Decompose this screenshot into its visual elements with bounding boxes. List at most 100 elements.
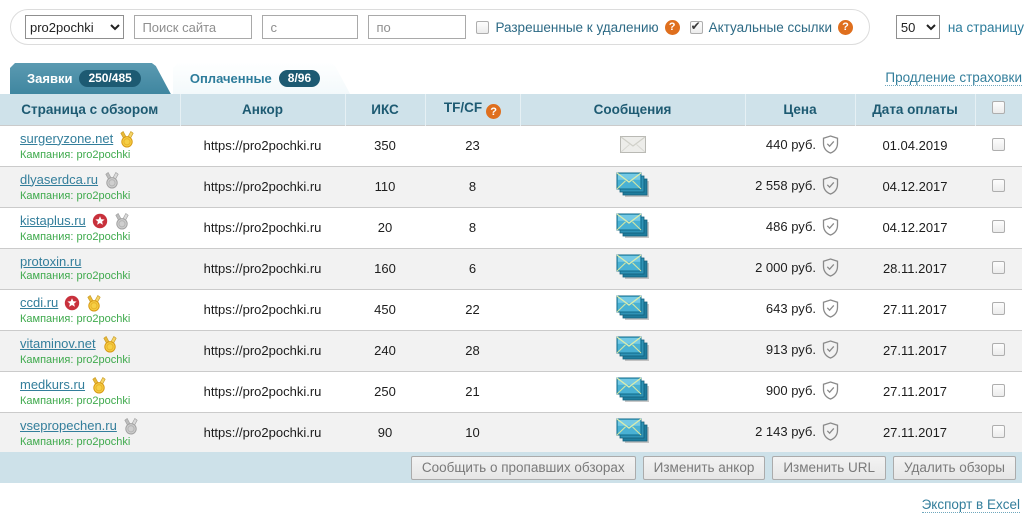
tab-paid[interactable]: Оплаченные 8/96 — [173, 63, 350, 94]
insurance-shield-icon — [822, 422, 839, 444]
tfcf-value: 28 — [425, 329, 520, 371]
anchor-url: https://pro2pochki.ru — [180, 124, 345, 166]
table-body: surgeryzone.net Кампания: pro2pochki htt… — [0, 124, 1022, 453]
campaign-label: Кампания: pro2pochki — [20, 435, 131, 448]
payment-date: 27.11.2017 — [855, 288, 975, 330]
row-checkbox[interactable] — [992, 178, 1005, 192]
table-row: vsepropechen.ru Кампания: pro2pochki htt… — [0, 411, 1022, 453]
tab-requests-label: Заявки — [27, 71, 73, 86]
tab-paid-label: Оплаченные — [189, 71, 272, 86]
site-link[interactable]: ccdi.ru — [20, 295, 58, 311]
gold-medal-icon — [91, 376, 107, 394]
site-link[interactable]: vitaminov.net — [20, 336, 96, 352]
messages-unread-stack-icon[interactable] — [616, 336, 650, 365]
row-checkbox[interactable] — [992, 301, 1005, 315]
campaign-label: Кампания: pro2pochki — [20, 270, 131, 283]
tfcf-value: 8 — [425, 206, 520, 248]
iks-value: 20 — [345, 206, 425, 248]
tab-paid-badge: 8/96 — [279, 70, 320, 87]
insurance-shield-icon — [822, 298, 839, 321]
row-checkbox[interactable] — [992, 383, 1005, 397]
anchor-url: https://pro2pochki.ru — [180, 247, 345, 289]
messages-unread-stack-icon[interactable] — [616, 213, 650, 242]
site-link[interactable]: medkurs.ru — [20, 377, 85, 393]
delete-reviews-button[interactable]: Удалить обзоры — [893, 455, 1016, 480]
insurance-shield-icon — [822, 380, 839, 403]
price-value: 2 143 руб. — [755, 424, 816, 440]
iks-value: 160 — [345, 247, 425, 289]
col-header-page: Страница с обзором — [0, 94, 181, 125]
anchor-url: https://pro2pochki.ru — [180, 206, 345, 248]
price-value: 2 558 руб. — [755, 177, 816, 193]
campaign-label: Кампания: pro2pochki — [20, 148, 131, 161]
campaign-label: Кампания: pro2pochki — [20, 230, 131, 243]
actual-links-checkbox[interactable] — [689, 19, 703, 34]
row-checkbox[interactable] — [992, 424, 1005, 438]
insurance-shield-icon — [822, 257, 839, 280]
anchor-url: https://pro2pochki.ru — [180, 329, 345, 371]
campaign-label: Кампания: pro2pochki — [20, 394, 131, 407]
iks-value: 110 — [345, 165, 425, 207]
gold-medal-icon — [119, 130, 135, 148]
tfcf-value: 6 — [425, 247, 520, 289]
change-anchor-button[interactable]: Изменить анкор — [642, 455, 766, 480]
iks-value: 240 — [345, 329, 425, 371]
export-excel-link[interactable]: Экспорт в Excel — [921, 497, 1020, 513]
col-header-tfcf: TF/CF — [425, 94, 521, 125]
per-page-label: на страницу — [947, 19, 1024, 35]
site-link[interactable]: protoxin.ru — [20, 254, 81, 270]
change-url-button[interactable]: Изменить URL — [772, 455, 886, 480]
help-icon[interactable] — [486, 104, 502, 119]
anchor-url: https://pro2pochki.ru — [180, 288, 345, 330]
table-header-row: Страница с обзором Анкор ИКС TF/CF Сообщ… — [0, 94, 1022, 125]
table-row: dlyaserdca.ru Кампания: pro2pochki https… — [0, 165, 1022, 207]
iks-value: 350 — [345, 124, 425, 166]
col-header-iks: ИКС — [345, 94, 426, 125]
deletable-links-label: Разрешенные к удалению — [495, 19, 659, 35]
site-search-input[interactable] — [134, 15, 253, 39]
top-toolbar: pro2pochki Разрешенные к удалению Актуал… — [0, 0, 1036, 45]
deletable-links-checkbox[interactable] — [476, 20, 490, 34]
messages-read-icon[interactable] — [619, 135, 646, 156]
row-checkbox[interactable] — [992, 260, 1005, 274]
anchor-url: https://pro2pochki.ru — [180, 165, 345, 207]
price-value: 440 руб. — [765, 136, 816, 152]
date-from-input[interactable] — [262, 15, 359, 39]
site-link[interactable]: vsepropechen.ru — [20, 418, 117, 434]
silver-medal-icon — [123, 417, 139, 435]
insurance-shield-icon — [822, 134, 839, 157]
help-icon[interactable] — [838, 19, 853, 35]
messages-unread-stack-icon[interactable] — [616, 418, 650, 447]
tfcf-value: 10 — [425, 411, 520, 453]
messages-unread-stack-icon[interactable] — [616, 377, 650, 406]
select-all-checkbox[interactable] — [992, 101, 1006, 115]
payment-date: 27.11.2017 — [855, 370, 975, 412]
site-link[interactable]: kistaplus.ru — [20, 213, 86, 229]
date-to-input[interactable] — [368, 15, 467, 39]
site-link[interactable]: dlyaserdca.ru — [20, 172, 98, 188]
tab-requests[interactable]: Заявки 250/485 — [10, 63, 171, 94]
row-checkbox[interactable] — [992, 342, 1005, 356]
messages-unread-stack-icon[interactable] — [616, 254, 650, 283]
messages-unread-stack-icon[interactable] — [616, 172, 650, 201]
campaign-label: Кампания: pro2pochki — [20, 312, 131, 325]
row-checkbox[interactable] — [992, 219, 1005, 233]
row-checkbox[interactable] — [992, 137, 1005, 151]
star-badge-icon — [92, 213, 108, 229]
campaign-select[interactable]: pro2pochki — [25, 15, 125, 39]
silver-medal-icon — [104, 171, 120, 189]
price-value: 643 руб. — [765, 300, 816, 316]
site-link[interactable]: surgeryzone.net — [20, 131, 113, 147]
price-value: 900 руб. — [765, 382, 816, 398]
silver-medal-icon — [114, 212, 130, 230]
table-row: medkurs.ru Кампания: pro2pochki https://… — [0, 370, 1022, 412]
col-header-anchor: Анкор — [180, 94, 346, 125]
filter-pill: pro2pochki Разрешенные к удалению Актуал… — [10, 9, 870, 45]
gold-medal-icon — [102, 335, 118, 353]
report-missing-reviews-button[interactable]: Сообщить о пропавших обзорах — [410, 455, 636, 480]
payment-date: 28.11.2017 — [855, 247, 975, 289]
insurance-renewal-link[interactable]: Продление страховки — [885, 70, 1022, 86]
messages-unread-stack-icon[interactable] — [616, 295, 650, 324]
help-icon[interactable] — [664, 19, 680, 35]
per-page-select[interactable]: 50 — [895, 15, 940, 39]
